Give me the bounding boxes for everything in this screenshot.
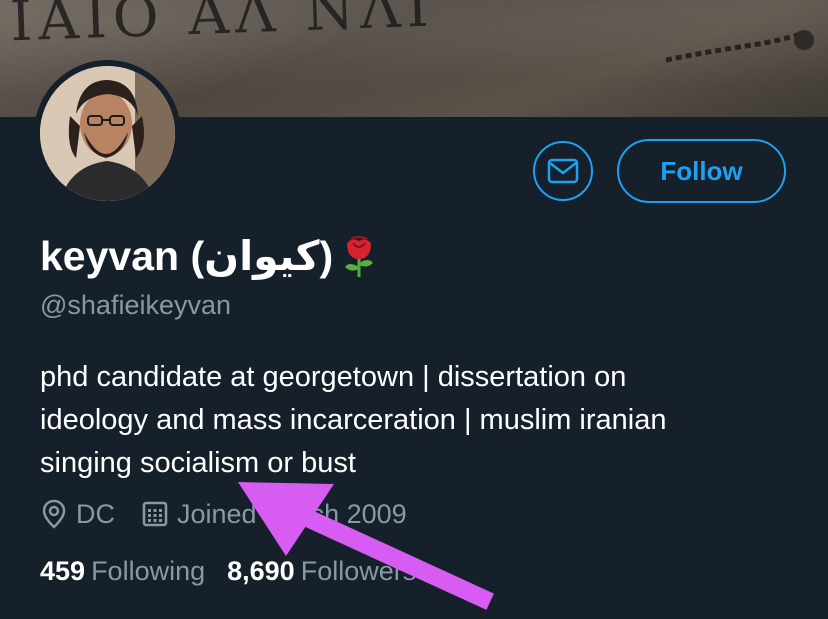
following-count: 459 bbox=[40, 556, 86, 586]
avatar-photo bbox=[40, 66, 175, 201]
bio-line: phd candidate at georgetown | dissertati… bbox=[40, 361, 627, 393]
follow-button[interactable]: Follow bbox=[617, 139, 786, 203]
avatar[interactable] bbox=[34, 60, 181, 207]
followers-link[interactable]: 8,690 Followers bbox=[227, 556, 416, 587]
join-date: Joined March 2009 bbox=[141, 499, 407, 530]
user-handle: @shafieikeyvan bbox=[40, 290, 232, 320]
following-link[interactable]: 459 Following bbox=[40, 556, 205, 587]
bio: phd candidate at georgetown | dissertati… bbox=[40, 356, 800, 485]
message-button[interactable] bbox=[533, 141, 593, 201]
display-name: keyvan (کیوان) bbox=[40, 232, 379, 280]
followers-count: 8,690 bbox=[227, 556, 295, 586]
calendar-icon bbox=[142, 501, 168, 527]
location-text: DC bbox=[76, 498, 115, 529]
location: DC bbox=[40, 498, 115, 530]
follow-stats: 459 Following 8,690 Followers bbox=[40, 556, 438, 587]
location-pin-icon bbox=[42, 499, 66, 529]
following-label: Following bbox=[91, 556, 206, 586]
mail-icon bbox=[547, 158, 579, 184]
chain-decoration bbox=[666, 29, 814, 63]
rose-emoji bbox=[345, 236, 374, 277]
followers-label: Followers bbox=[300, 556, 417, 586]
bio-line: ideology and mass incarceration | muslim… bbox=[40, 404, 667, 436]
banner-graffiti: ΙΑΙΟ ΑΛ ΝΛΙ bbox=[8, 0, 436, 55]
display-name-text: keyvan (کیوان) bbox=[40, 233, 334, 279]
bio-line: singing socialism or bust bbox=[40, 447, 356, 479]
join-date-text: Joined March 2009 bbox=[177, 498, 407, 529]
profile-meta: DC Joined March 2009 bbox=[40, 498, 433, 530]
